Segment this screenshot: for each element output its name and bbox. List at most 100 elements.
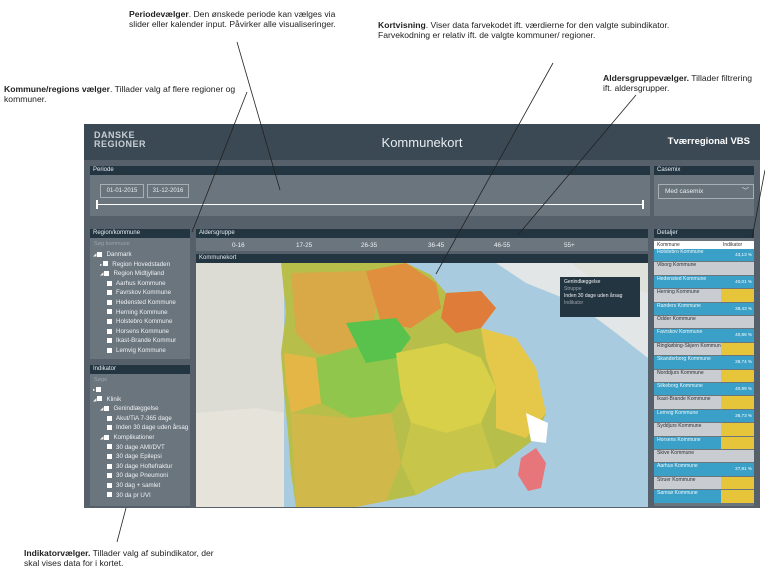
details-row[interactable]: Samsø Kommune	[654, 490, 754, 503]
map-legend-tooltip: Genindlæggelse Struppe Inden 30 dage ude…	[560, 277, 640, 317]
details-row[interactable]: Odder Kommune	[654, 316, 754, 329]
age-group-option[interactable]: 17-25	[296, 242, 312, 249]
date-to-input[interactable]: 31-12-2016	[147, 184, 189, 198]
details-row[interactable]: Silkeborg Kommune 40,99 %	[654, 383, 754, 396]
tree-item[interactable]: Akut/TiA 7-365 dage	[107, 415, 172, 422]
checkbox[interactable]	[107, 463, 112, 469]
tree-item[interactable]: Ikast-Brande Kommur	[107, 337, 176, 344]
tree-expander-icon[interactable]: ◢	[100, 435, 103, 440]
tree-item[interactable]: ◢ Genindlæggelse	[100, 405, 159, 412]
tree-expander-icon[interactable]: ◢	[93, 252, 96, 257]
tree-item[interactable]: Herning Kommune	[107, 309, 168, 316]
checkbox[interactable]	[96, 386, 102, 392]
tree-expander-icon[interactable]: ◢	[100, 406, 103, 411]
indicator-panel-label: Indikator	[90, 365, 190, 374]
checkbox[interactable]	[107, 473, 112, 479]
tree-item[interactable]: Lemvig Kommune	[107, 347, 166, 354]
checkbox[interactable]	[107, 290, 112, 296]
checkbox[interactable]	[107, 319, 112, 325]
indicator-search-input[interactable]: Søge	[94, 377, 107, 383]
checkbox[interactable]	[107, 454, 112, 460]
period-slider-track[interactable]	[96, 204, 644, 205]
tree-item-label: Aarhus Kommune	[116, 279, 166, 287]
checkbox[interactable]	[107, 347, 112, 353]
details-row[interactable]: Skive Kommune	[654, 450, 754, 463]
checkbox[interactable]	[104, 406, 110, 412]
tree-item[interactable]: Inden 30 dage uden årsag	[107, 424, 188, 431]
choropleth-map[interactable]: Genindlæggelse Struppe Inden 30 dage ude…	[196, 263, 648, 507]
tree-item[interactable]: Holstebro Kommune	[107, 318, 172, 325]
age-group-option[interactable]: 46-55	[494, 242, 510, 249]
details-row[interactable]: Randers Kommune 39,43 %	[654, 302, 754, 315]
tree-expander-icon[interactable]: ◢	[100, 271, 103, 276]
tree-item[interactable]: Horsens Kommune	[107, 328, 169, 335]
casemix-select[interactable]: Med casemix ﹀	[658, 184, 754, 199]
tree-item[interactable]: 30 dag + samlet	[107, 482, 160, 489]
age-group-option[interactable]: 0-16	[232, 242, 245, 249]
tree-item[interactable]: ▸	[93, 386, 105, 393]
details-col-value[interactable]: Indikator	[723, 242, 742, 248]
details-row[interactable]: Struer Kommune	[654, 476, 754, 490]
checkbox[interactable]	[107, 425, 112, 431]
details-col-name[interactable]: Kommune	[657, 242, 680, 248]
details-row[interactable]: Holstebro Kommune 43,13 %	[654, 249, 754, 262]
tree-expander-icon[interactable]: ▸	[100, 262, 102, 267]
tree-item-label: Danmark	[106, 251, 132, 258]
region-tree: ◢ Danmark ▸ Region Hovedstaden ◢ Region Midtj…	[93, 251, 189, 357]
tree-expander-icon[interactable]: ▸	[93, 387, 95, 392]
tree-item-label: Inden 30 dage uden årsag	[116, 424, 189, 432]
tree-item[interactable]: ▸ Region Hovedstaden	[100, 261, 170, 268]
period-slider-start-handle[interactable]	[96, 200, 98, 209]
checkbox[interactable]	[97, 251, 103, 257]
tree-item-label: Akut/TiA 7-365 dage	[116, 414, 172, 422]
checkbox[interactable]	[104, 434, 110, 440]
details-row[interactable]: Horsens Kommune	[654, 436, 754, 449]
annotation-period: Periodevælger. Den ønskede periode kan v…	[129, 9, 344, 30]
tree-item[interactable]: 30 da pr UVI	[107, 492, 151, 499]
checkbox[interactable]	[107, 482, 112, 488]
header-app-name: Tværregional VBS	[667, 136, 750, 147]
details-row[interactable]: Herning Kommune	[654, 289, 754, 302]
tree-item[interactable]: ◢ Klinik	[93, 396, 121, 403]
tree-expander-icon[interactable]: ◢	[93, 397, 96, 402]
tree-item[interactable]: Aarhus Kommune	[107, 280, 166, 287]
period-slider-end-handle[interactable]	[642, 200, 644, 209]
checkbox[interactable]	[103, 261, 109, 267]
details-row-name: Favrskov Kommune	[657, 329, 703, 336]
details-row[interactable]: Viborg Kommune	[654, 262, 754, 275]
tree-item[interactable]: 30 dage Hoftefraktur	[107, 463, 172, 470]
details-row[interactable]: Ringkøbing-Skjern Kommune	[654, 342, 754, 356]
tree-item[interactable]: 30 dage Pneumoni	[107, 472, 168, 479]
details-row[interactable]: Hedensted Kommune 40,01 %	[654, 275, 754, 289]
checkbox[interactable]	[104, 271, 110, 277]
checkbox[interactable]	[97, 396, 103, 402]
details-row[interactable]: Skanderborg Kommune 39,74 %	[654, 356, 754, 369]
checkbox[interactable]	[107, 280, 112, 286]
age-group-option[interactable]: 55+	[564, 242, 575, 249]
checkbox[interactable]	[107, 328, 112, 334]
details-row[interactable]: Norddjurs Kommune	[654, 369, 754, 382]
details-row-name: Ringkøbing-Skjern Kommune	[657, 342, 724, 349]
checkbox[interactable]	[107, 444, 112, 450]
details-row[interactable]: Favrskov Kommune 40,86 %	[654, 329, 754, 342]
checkbox[interactable]	[107, 309, 112, 315]
tree-item[interactable]: Favrskov Kommune	[107, 289, 171, 296]
checkbox[interactable]	[107, 415, 112, 421]
tree-item[interactable]: 30 dage Epilepsi	[107, 453, 162, 460]
details-row[interactable]: Lemvig Kommune 38,73 %	[654, 409, 754, 423]
checkbox[interactable]	[107, 338, 112, 344]
checkbox[interactable]	[107, 299, 112, 305]
date-from-input[interactable]: 01-01-2015	[100, 184, 144, 198]
tree-item[interactable]: ◢ Danmark	[93, 251, 132, 258]
age-group-option[interactable]: 26-35	[361, 242, 377, 249]
region-search-input[interactable]: Søg kommune	[94, 241, 130, 247]
checkbox[interactable]	[107, 492, 112, 498]
tree-item[interactable]: 30 dage AMI/DVT	[107, 444, 165, 451]
details-row[interactable]: Aarhus Kommune 37,81 %	[654, 463, 754, 476]
age-group-option[interactable]: 36-45	[428, 242, 444, 249]
details-row[interactable]: Syddjurs Kommune	[654, 423, 754, 436]
details-row[interactable]: Ikast-Brande Kommune	[654, 396, 754, 409]
tree-item[interactable]: ◢ Komplikationer	[100, 434, 154, 441]
tree-item[interactable]: ◢ Region Midtjylland	[100, 270, 164, 277]
tree-item[interactable]: Hedensted Kommune	[107, 299, 176, 306]
